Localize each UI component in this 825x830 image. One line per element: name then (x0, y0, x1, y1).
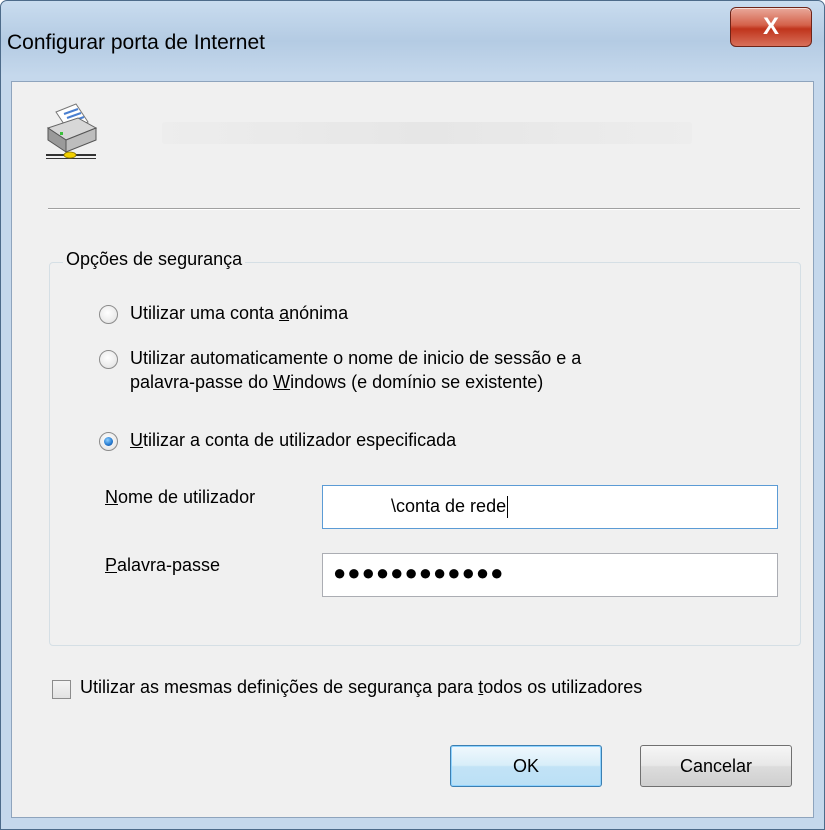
printer-icon (46, 103, 98, 159)
dialog-window: Configurar porta de Internet X Opções de… (0, 0, 825, 830)
radio-specified-account[interactable] (99, 432, 118, 451)
password-input[interactable]: ●●●●●●●●●●●● (322, 553, 778, 597)
port-name-placeholder (162, 122, 692, 144)
same-settings-label[interactable]: Utilizar as mesmas definições de seguran… (80, 677, 642, 698)
radio-anonymous[interactable] (99, 305, 118, 324)
title-bar[interactable]: Configurar porta de Internet X (1, 1, 824, 81)
close-icon: X (762, 13, 779, 40)
password-value: ●●●●●●●●●●●● (333, 560, 505, 585)
close-button[interactable]: X (730, 7, 812, 47)
dialog-body: Opções de segurança Utilizar uma conta a… (11, 81, 814, 818)
window-title: Configurar porta de Internet (7, 31, 265, 54)
radio-anonymous-label[interactable]: Utilizar uma conta anónima (130, 301, 348, 325)
radio-windows-login[interactable] (99, 350, 118, 369)
separator (48, 208, 800, 210)
password-label: Palavra-passe (105, 555, 221, 575)
radio-windows-login-label[interactable]: Utilizar automaticamente o nome de inici… (130, 346, 581, 394)
username-input[interactable]: \conta de rede (322, 485, 778, 529)
username-value: \conta de rede (391, 496, 507, 516)
text-caret (507, 496, 509, 519)
radio-specified-account-label[interactable]: Utilizar a conta de utilizador especific… (130, 428, 456, 452)
group-legend: Opções de segurança (63, 249, 246, 270)
same-settings-checkbox[interactable] (52, 680, 71, 699)
username-label: Nome de utilizador (105, 487, 256, 507)
cancel-button[interactable]: Cancelar (640, 745, 792, 787)
ok-button[interactable]: OK (450, 745, 602, 787)
